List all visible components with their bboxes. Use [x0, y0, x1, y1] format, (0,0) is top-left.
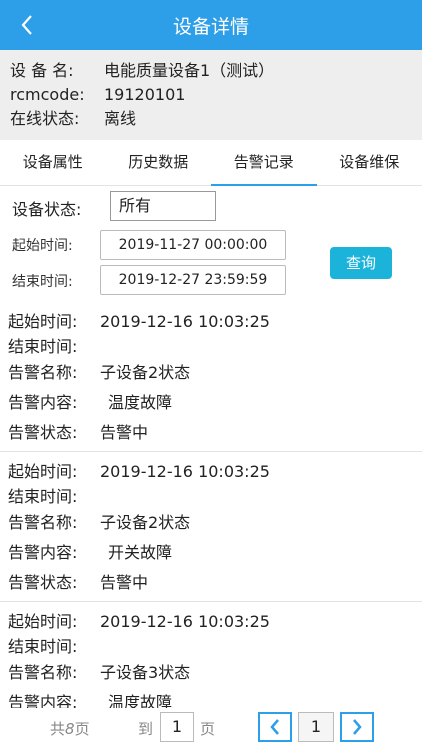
- tab-bar: 设备属性 历史数据 告警记录 设备维保: [0, 140, 422, 186]
- device-name-label: 设 备 名:: [10, 61, 74, 80]
- record-status-value: 告警中: [100, 573, 149, 592]
- record-end-label: 结束时间:: [8, 487, 78, 506]
- device-status-label: 设备状态:: [12, 200, 82, 219]
- next-page-button[interactable]: [340, 712, 374, 742]
- record-content-label: 告警内容:: [8, 693, 78, 708]
- tab-device-properties[interactable]: 设备属性: [0, 140, 106, 185]
- online-status-row: 在线状态: 离线: [10, 107, 412, 131]
- record-status-label: 告警状态:: [8, 423, 78, 442]
- rcmcode-row: rcmcode: 19120101: [10, 83, 412, 107]
- record-end-label: 结束时间:: [8, 337, 78, 356]
- record-name-label: 告警名称:: [8, 663, 78, 682]
- device-name-value: 电能质量设备1（测试）: [104, 61, 275, 80]
- device-name-row: 设 备 名: 电能质量设备1（测试）: [10, 59, 412, 83]
- end-time-label: 结束时间:: [12, 274, 73, 290]
- record-content-value: 温度故障: [108, 693, 173, 708]
- goto-label: 到: [138, 720, 154, 738]
- chevron-left-icon: [270, 719, 279, 735]
- tab-device-maintenance[interactable]: 设备维保: [317, 140, 422, 185]
- end-time-input[interactable]: 2019-12-27 23:59:59: [100, 265, 286, 295]
- record-start-label: 起始时间:: [8, 462, 78, 481]
- tab-history-data[interactable]: 历史数据: [106, 140, 212, 185]
- total-suffix: 页: [74, 720, 90, 738]
- rcmcode-value: 19120101: [104, 85, 186, 104]
- online-status-label: 在线状态:: [10, 109, 80, 128]
- record-content-value: 温度故障: [108, 393, 173, 412]
- record-start-value: 2019-12-16 10:03:25: [100, 612, 270, 631]
- online-status-value: 离线: [104, 109, 137, 128]
- record-content-label: 告警内容:: [8, 543, 78, 562]
- record-content-value: 开关故障: [108, 543, 173, 562]
- alarm-record[interactable]: 起始时间: 2019-12-16 10:03:25 结束时间: 告警名称: 子设备2…: [0, 452, 422, 602]
- current-page[interactable]: 1: [298, 712, 334, 742]
- start-time-input[interactable]: 2019-11-27 00:00:00: [100, 230, 286, 260]
- total-pages-count: 8: [65, 720, 75, 738]
- record-content-label: 告警内容:: [8, 393, 78, 412]
- tab-alarm-records[interactable]: 告警记录: [211, 140, 317, 186]
- record-start-label: 起始时间:: [8, 612, 78, 631]
- device-status-select[interactable]: 所有: [110, 191, 216, 221]
- total-prefix: 共: [50, 720, 66, 738]
- goto-suffix: 页: [200, 720, 216, 738]
- goto-page-input[interactable]: 1: [160, 712, 194, 742]
- device-info-panel: 设 备 名: 电能质量设备1（测试） rcmcode: 19120101 在线状…: [0, 50, 422, 140]
- alarm-record-list: 起始时间: 2019-12-16 10:03:25 结束时间: 告警名称: 子设备2…: [0, 302, 422, 708]
- record-name-label: 告警名称:: [8, 513, 78, 532]
- alarm-record[interactable]: 起始时间: 2019-12-16 10:03:25 结束时间: 告警名称: 子设备2…: [0, 302, 422, 452]
- record-start-value: 2019-12-16 10:03:25: [100, 462, 270, 481]
- chevron-right-icon: [353, 719, 362, 735]
- top-bar: 设备详情: [0, 0, 422, 50]
- record-start-label: 起始时间:: [8, 312, 78, 331]
- record-end-label: 结束时间:: [8, 637, 78, 656]
- record-start-value: 2019-12-16 10:03:25: [100, 312, 270, 331]
- total-pages: 共8页: [50, 718, 90, 739]
- alarm-record[interactable]: 起始时间: 2019-12-16 10:03:25 结束时间: 告警名称: 子设备3…: [0, 602, 422, 708]
- query-button[interactable]: 查询: [330, 247, 392, 279]
- page-title: 设备详情: [172, 16, 249, 38]
- rcmcode-label: rcmcode:: [10, 85, 85, 104]
- record-name-value: 子设备2状态: [100, 363, 191, 382]
- pagination-bar: 共8页 到 1 页 1: [0, 708, 422, 750]
- record-name-value: 子设备3状态: [100, 663, 191, 682]
- filter-panel: 设备状态: 所有 起始时间: 2019-11-27 00:00:00 结束时间:…: [0, 187, 422, 302]
- prev-page-button[interactable]: [258, 712, 292, 742]
- start-time-label: 起始时间:: [12, 238, 73, 254]
- record-status-label: 告警状态:: [8, 573, 78, 592]
- record-name-value: 子设备2状态: [100, 513, 191, 532]
- record-status-value: 告警中: [100, 423, 149, 442]
- record-name-label: 告警名称:: [8, 363, 78, 382]
